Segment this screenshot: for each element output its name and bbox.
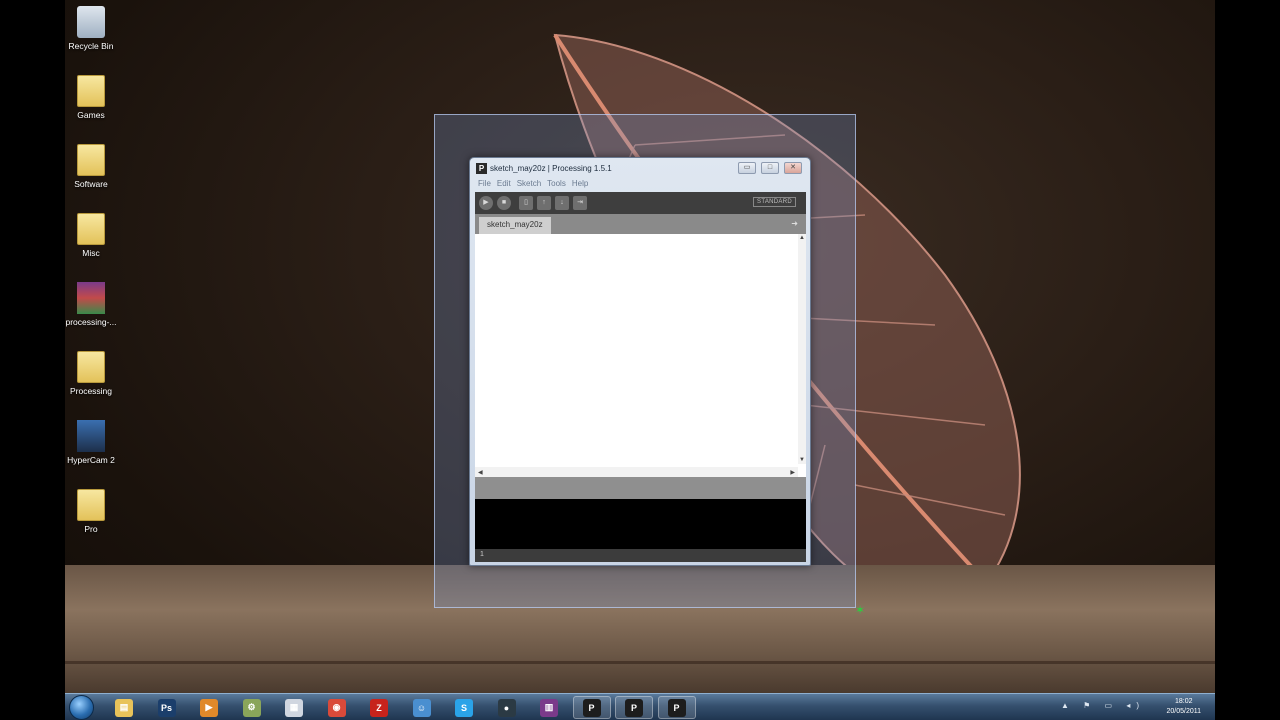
hypercam-icon — [77, 420, 105, 452]
desktop-icon[interactable]: Misc — [60, 213, 122, 258]
processing-1-icon: P — [582, 698, 601, 717]
taskbar-messenger-button[interactable]: ☺ — [403, 696, 441, 719]
winrar-icon: ▥ — [540, 698, 558, 717]
desktop-icon[interactable]: HyperCam 2 — [60, 420, 122, 465]
desktop-icon[interactable]: Pro — [60, 489, 122, 534]
desktop-icon-label: processing-... — [65, 317, 117, 327]
archive-icon — [77, 282, 105, 314]
window-title: sketch_may20z | Processing 1.5.1 — [490, 164, 612, 173]
skype-icon: S — [455, 698, 473, 717]
vertical-scrollbar[interactable]: ▲ ▼ — [798, 234, 806, 464]
taskbar-processing-1-button[interactable]: P — [572, 696, 611, 719]
desktop-icon-label: Recycle Bin — [68, 41, 114, 51]
tab-menu-arrow-icon[interactable]: ➜ — [791, 219, 798, 228]
folder-icon — [77, 351, 105, 383]
code-editor[interactable]: ▲ ▼ ◀ ▶ — [475, 234, 806, 477]
folder-icon — [77, 213, 105, 245]
desktop-icon-label: Software — [74, 179, 108, 189]
taskbar-clock[interactable]: 18:02 20/05/2011 — [1166, 697, 1201, 717]
taskbar-media-player-button[interactable]: ▶ — [190, 696, 228, 719]
start-button[interactable] — [69, 695, 94, 720]
scroll-left-icon[interactable]: ◀ — [478, 469, 483, 476]
calendar-icon: ▦ — [285, 698, 303, 717]
desktop-icon-label: HyperCam 2 — [67, 455, 115, 465]
mode-selector[interactable]: STANDARD — [753, 197, 796, 207]
run-button[interactable]: ▶ — [479, 196, 493, 210]
menu-bar: File Edit Sketch Tools Help — [478, 179, 594, 191]
tab-row: sketch_may20z ➜ — [475, 214, 806, 234]
desktop-icon-label: Processing — [69, 386, 113, 396]
system-tray-icons[interactable]: ▲ ⚑ ▭ ◂) — [1061, 701, 1145, 710]
save-button[interactable]: ↓ — [555, 196, 569, 210]
desktop-icon[interactable]: Software — [60, 144, 122, 189]
clock-time: 18:02 — [1174, 698, 1193, 705]
taskbar-filezilla-button[interactable]: Z — [360, 696, 398, 719]
desktop-icon[interactable]: Recycle Bin — [60, 6, 122, 51]
folder-icon — [77, 144, 105, 176]
taskbar: ▤ Ps ▶ ⚙ ▦ ◉ Z ☺ S ● ▥ P P P ▲ ⚑ ▭ ◂) 18:02 20/05/201… — [65, 693, 1215, 720]
desktop-icon-label: Games — [77, 110, 105, 120]
media-center-icon: ● — [497, 698, 516, 717]
taskbar-processing-3-button[interactable]: P — [657, 696, 696, 719]
folder-icon — [77, 75, 105, 107]
folder-icon — [77, 489, 105, 521]
mouse-cursor-icon: ✶ — [855, 603, 866, 617]
desktop-icon[interactable]: Processing — [60, 351, 122, 396]
title-bar[interactable]: P sketch_may20z | Processing 1.5.1 ▭ □ ✕ — [470, 158, 810, 180]
explorer-icon: ▤ — [115, 698, 133, 717]
status-line-number: 1 — [475, 549, 806, 562]
processing-window[interactable]: P sketch_may20z | Processing 1.5.1 ▭ □ ✕… — [469, 157, 811, 566]
processing-2-icon: P — [625, 698, 643, 717]
export-button[interactable]: ⇥ — [573, 196, 587, 210]
stop-button[interactable]: ■ — [497, 196, 511, 210]
horizontal-scrollbar[interactable]: ◀ ▶ — [475, 467, 798, 477]
recycle-bin-icon — [77, 6, 105, 38]
minimize-button[interactable]: ▭ — [738, 162, 756, 174]
menu-item-edit[interactable]: Edit — [497, 179, 511, 188]
scroll-down-icon[interactable]: ▼ — [799, 457, 805, 463]
maximize-button[interactable]: □ — [761, 162, 779, 174]
chrome-icon: ◉ — [327, 698, 346, 717]
filezilla-icon: Z — [370, 698, 388, 717]
scroll-right-icon[interactable]: ▶ — [790, 469, 795, 476]
taskbar-photoshop-button[interactable]: Ps — [148, 696, 186, 719]
taskbar-winrar-button[interactable]: ▥ — [530, 696, 568, 719]
desktop-icon[interactable]: Games — [60, 75, 122, 120]
new-button[interactable]: ▯ — [519, 196, 533, 210]
taskbar-calendar-button[interactable]: ▦ — [275, 696, 313, 719]
menu-item-file[interactable]: File — [478, 179, 491, 188]
taskbar-skype-button[interactable]: S — [445, 696, 483, 719]
photoshop-icon: Ps — [157, 698, 176, 717]
menu-item-tools[interactable]: Tools — [547, 179, 566, 188]
menu-item-help[interactable]: Help — [572, 179, 588, 188]
desktop-icon-label: Misc — [82, 248, 100, 258]
desktop-icon-label: Pro — [84, 524, 98, 534]
media-player-icon: ▶ — [200, 698, 218, 717]
close-button[interactable]: ✕ — [784, 162, 802, 174]
message-area — [475, 477, 806, 499]
taskbar-processing-2-button[interactable]: P — [615, 696, 653, 719]
toolbar: ▶ ■ ▯ ↑ ↓ ⇥ STANDARD — [475, 192, 806, 214]
console-area[interactable] — [475, 499, 806, 549]
taskbar-media-center-button[interactable]: ● — [488, 696, 526, 719]
menu-item-sketch[interactable]: Sketch — [517, 179, 541, 188]
processing-app-icon: P — [476, 163, 487, 174]
messenger-icon: ☺ — [412, 698, 431, 717]
taskbar-explorer-button[interactable]: ▤ — [105, 696, 143, 719]
scroll-up-icon[interactable]: ▲ — [799, 235, 805, 241]
app-tools-icon: ⚙ — [242, 698, 261, 717]
open-button[interactable]: ↑ — [537, 196, 551, 210]
processing-3-icon: P — [667, 698, 686, 717]
clock-date: 20/05/2011 — [1166, 708, 1201, 715]
tab-sketch[interactable]: sketch_may20z — [479, 217, 551, 234]
taskbar-chrome-button[interactable]: ◉ — [318, 696, 356, 719]
taskbar-app-tools-button[interactable]: ⚙ — [233, 696, 271, 719]
desktop-icon[interactable]: processing-... — [60, 282, 122, 327]
